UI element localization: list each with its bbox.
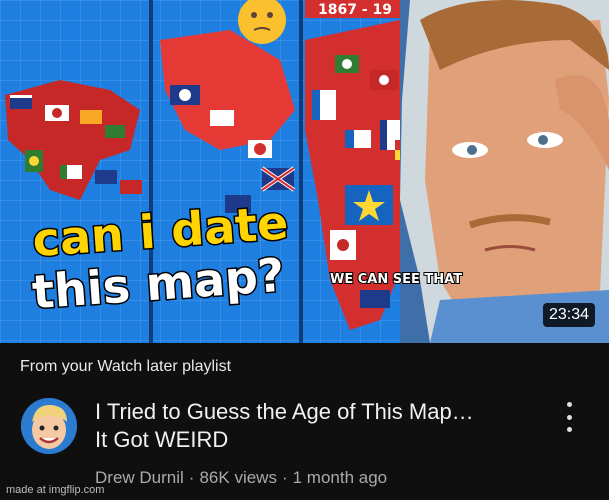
video-title-line-1: I Tried to Guess the Age of This Map… xyxy=(95,399,474,424)
more-options-dot-icon xyxy=(566,427,572,432)
video-title[interactable]: I Tried to Guess the Age of This Map… It… xyxy=(95,398,535,454)
metadata-separator: · xyxy=(188,468,195,487)
creator-face xyxy=(400,0,609,343)
channel-avatar[interactable] xyxy=(21,398,77,454)
imgflip-watermark: made at imgflip.com xyxy=(6,484,105,496)
more-options-dot-icon xyxy=(566,402,572,407)
thumbnail-year-banner: 1867 - 19 xyxy=(318,2,392,18)
video-metadata-line: Drew Durnil · 86K views · 1 month ago xyxy=(95,468,387,488)
thumbnail-artwork: can i date this map? WE CAN SEE THAT 186… xyxy=(0,0,609,343)
view-count: 86K views xyxy=(199,468,277,487)
video-thumbnail[interactable]: can i date this map? WE CAN SEE THAT 186… xyxy=(0,0,609,343)
thumbnail-caption: WE CAN SEE THAT xyxy=(330,272,462,287)
more-options-button[interactable] xyxy=(559,400,579,434)
metadata-separator: · xyxy=(281,468,288,487)
thumbnail-title-text: can i date this map? xyxy=(29,194,292,321)
cartoon-avatar-icon xyxy=(21,398,77,454)
video-title-line-2: It Got WEIRD xyxy=(95,427,229,452)
upload-age: 1 month ago xyxy=(292,468,388,487)
channel-name[interactable]: Drew Durnil xyxy=(95,468,184,487)
playlist-source-text: From your Watch later playlist xyxy=(20,358,232,375)
more-options-dot-icon xyxy=(566,414,572,420)
duration-badge: 23:34 xyxy=(542,303,595,327)
